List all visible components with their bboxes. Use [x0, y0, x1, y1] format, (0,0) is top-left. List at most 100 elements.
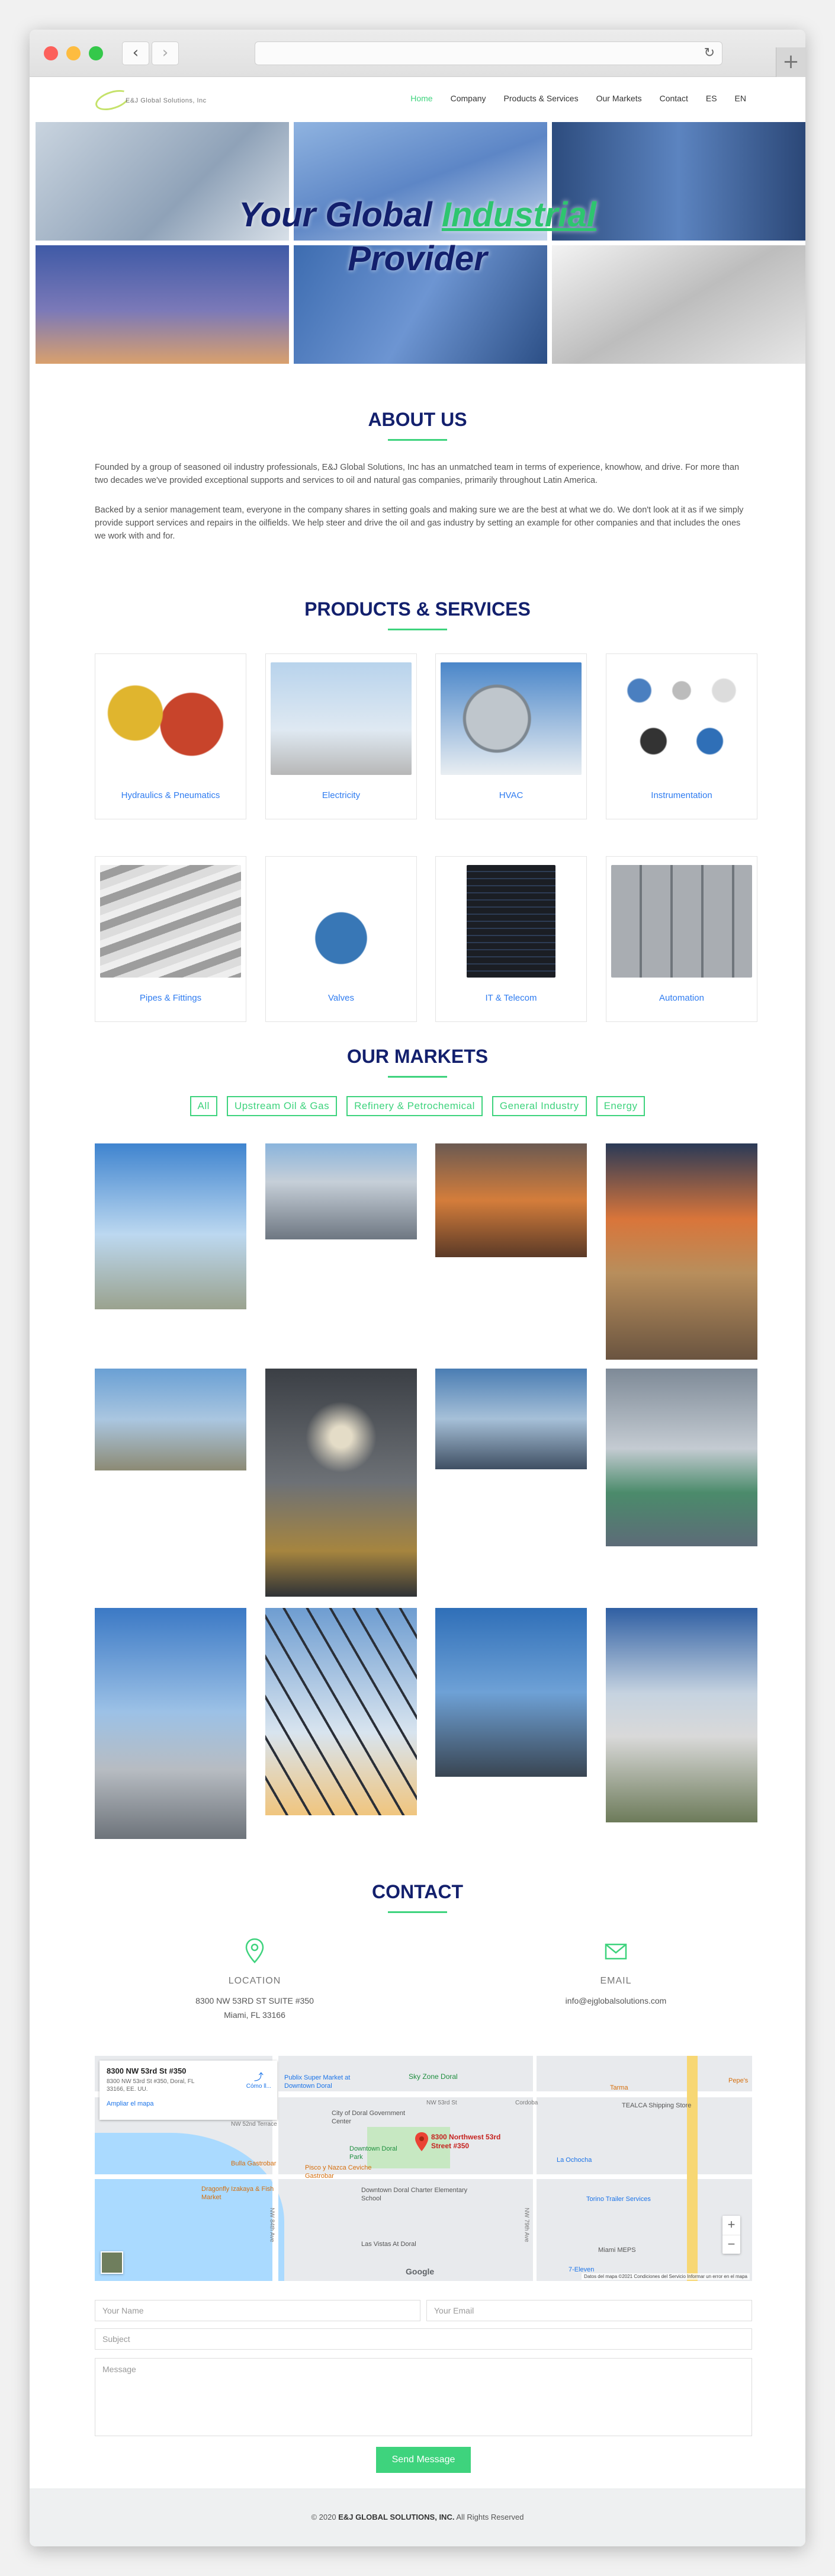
markets-filter-bar: All Upstream Oil & Gas Refinery & Petroc…: [30, 1096, 805, 1116]
nav-company[interactable]: Company: [451, 94, 486, 103]
map-place[interactable]: Downtown Doral Charter Elementary School: [361, 2186, 468, 2203]
map-place[interactable]: Dragonfly Izakaya & Fish Market: [201, 2185, 284, 2202]
name-input[interactable]: [95, 2300, 420, 2321]
filter-general-industry[interactable]: General Industry: [492, 1096, 587, 1116]
message-textarea[interactable]: [95, 2358, 752, 2436]
close-window-button[interactable]: [44, 46, 58, 60]
product-card-it-telecom[interactable]: IT & Telecom: [435, 856, 587, 1022]
hero-banner: Your Global Industrial Provider: [36, 122, 805, 371]
market-image-drilling-rig[interactable]: [606, 1608, 757, 1822]
google-map[interactable]: 8300 NW 53rd St #350 8300 NW 53rd St #35…: [95, 2056, 752, 2281]
map-place[interactable]: Pisco y Nazca Ceviche Gastrobar: [305, 2164, 388, 2180]
subject-input[interactable]: [95, 2328, 752, 2350]
product-card-automation[interactable]: Automation: [606, 856, 757, 1022]
markets-title: OUR MARKETS: [346, 1046, 489, 1067]
new-tab-plus-icon[interactable]: +: [776, 47, 805, 77]
market-image-lineworkers[interactable]: [435, 1608, 587, 1777]
map-location-marker[interactable]: [415, 2132, 429, 2155]
nav-products-services[interactable]: Products & Services: [504, 94, 579, 103]
email-value[interactable]: info@ejglobalsolutions.com: [497, 1994, 734, 2008]
envelope-icon: [605, 1943, 627, 1960]
send-message-button[interactable]: Send Message: [376, 2447, 471, 2473]
product-card-instrumentation[interactable]: Instrumentation: [606, 653, 757, 819]
filter-energy[interactable]: Energy: [596, 1096, 645, 1116]
map-info-card: 8300 NW 53rd St #350 8300 NW 53rd St #35…: [99, 2061, 277, 2120]
satellite-toggle[interactable]: [101, 2251, 123, 2274]
map-place[interactable]: 7-Eleven: [569, 2266, 594, 2273]
market-image-petrochemical-plant[interactable]: [95, 1608, 246, 1839]
product-card-hvac[interactable]: HVAC: [435, 653, 587, 819]
market-image-power-pylon[interactable]: [265, 1608, 417, 1815]
nav-contact[interactable]: Contact: [660, 94, 688, 103]
filter-upstream[interactable]: Upstream Oil & Gas: [226, 1096, 338, 1116]
product-label: HVAC: [499, 790, 524, 800]
products-section: PRODUCTS & SERVICES: [30, 598, 805, 630]
about-section: ABOUT US: [30, 409, 805, 441]
plc-automation-image: [611, 865, 752, 978]
product-card-electricity[interactable]: Electricity: [265, 653, 417, 819]
hero-title: Your Global Industrial Provider: [239, 196, 596, 278]
map-street-label: NW 79th Ave: [523, 2207, 530, 2242]
nav-lang-es[interactable]: ES: [706, 94, 717, 103]
email-input[interactable]: [426, 2300, 752, 2321]
products-title: PRODUCTS & SERVICES: [304, 598, 531, 620]
market-image-production-line[interactable]: [606, 1369, 757, 1546]
market-image-worker-tunnel[interactable]: [265, 1369, 417, 1597]
main-menu: Home Company Products & Services Our Mar…: [410, 94, 746, 103]
hvac-fan-image: [441, 662, 582, 775]
reload-icon[interactable]: ↻: [704, 46, 715, 60]
company-logo[interactable]: E&J Global Solutions, Inc: [92, 86, 207, 114]
product-card-hydraulics[interactable]: Hydraulics & Pneumatics: [95, 653, 246, 819]
map-place[interactable]: Las Vistas At Doral: [361, 2241, 416, 2248]
product-label: Hydraulics & Pneumatics: [121, 790, 220, 800]
minimize-window-button[interactable]: [66, 46, 81, 60]
zoom-in-button[interactable]: +: [722, 2216, 740, 2235]
map-place[interactable]: Pepe's: [728, 2077, 748, 2084]
enlarge-map-link[interactable]: Ampliar el mapa: [107, 2100, 270, 2107]
address-bar[interactable]: ↻: [255, 41, 722, 65]
map-place[interactable]: Tarma: [610, 2084, 628, 2091]
map-place[interactable]: Torino Trailer Services: [586, 2196, 651, 2203]
market-image-refinery-pipes[interactable]: [265, 1143, 417, 1239]
product-card-pipes[interactable]: Pipes & Fittings: [95, 856, 246, 1022]
zoom-out-button[interactable]: −: [722, 2235, 740, 2254]
map-street-label: NW 52nd Terrace: [231, 2121, 277, 2128]
nav-our-markets[interactable]: Our Markets: [596, 94, 642, 103]
product-label: Valves: [328, 993, 354, 1003]
site-header: E&J Global Solutions, Inc Home Company P…: [30, 77, 805, 122]
products-title-underline: [388, 629, 447, 630]
map-place[interactable]: City of Doral Government Center: [332, 2109, 415, 2126]
map-place[interactable]: Miami MEPS: [598, 2247, 636, 2254]
location-pin-icon: [245, 1938, 264, 1963]
about-title: ABOUT US: [368, 409, 467, 430]
map-attribution[interactable]: Datos del mapa ©2021 Condiciones del Ser…: [582, 2273, 750, 2280]
about-paragraph-1: Founded by a group of seasoned oil indus…: [95, 463, 740, 485]
filter-all[interactable]: All: [190, 1096, 217, 1116]
map-place[interactable]: Downtown Doral Park: [349, 2145, 403, 2161]
market-image-factory-robots[interactable]: [435, 1369, 587, 1469]
zoom-window-button[interactable]: [89, 46, 103, 60]
filter-refinery[interactable]: Refinery & Petrochemical: [346, 1096, 483, 1116]
hydraulics-pump-image: [100, 662, 241, 775]
map-place[interactable]: Sky Zone Doral: [409, 2072, 458, 2081]
map-place[interactable]: Publix Super Market at Downtown Doral: [284, 2074, 367, 2090]
back-arrow-icon[interactable]: ‹: [122, 41, 149, 65]
nav-lang-en[interactable]: EN: [735, 94, 746, 103]
nav-home[interactable]: Home: [410, 94, 432, 103]
pipes-image: [100, 865, 241, 978]
map-place[interactable]: Bulla Gastrobar: [231, 2160, 276, 2167]
map-place[interactable]: TEALCA Shipping Store: [622, 2102, 691, 2109]
electricity-substation-image: [271, 662, 412, 775]
map-place[interactable]: La Ochocha: [557, 2157, 592, 2164]
market-image-substation[interactable]: [95, 1143, 246, 1309]
market-image-pumpjack-sunset[interactable]: [435, 1143, 587, 1257]
location-label: LOCATION: [228, 1976, 281, 1986]
directions-icon: ⤴: [253, 2072, 264, 2082]
market-image-oil-tanks[interactable]: [95, 1369, 246, 1470]
market-image-offshore-rig[interactable]: [606, 1143, 757, 1360]
forward-arrow-icon[interactable]: ›: [152, 41, 179, 65]
product-card-valves[interactable]: Valves: [265, 856, 417, 1022]
hero-title-highlight: Industrial: [441, 196, 596, 234]
directions-link[interactable]: ⤴ Cómo ll...: [246, 2069, 271, 2090]
site-footer: © 2020 E&J GLOBAL SOLUTIONS, INC. All Ri…: [30, 2488, 805, 2546]
